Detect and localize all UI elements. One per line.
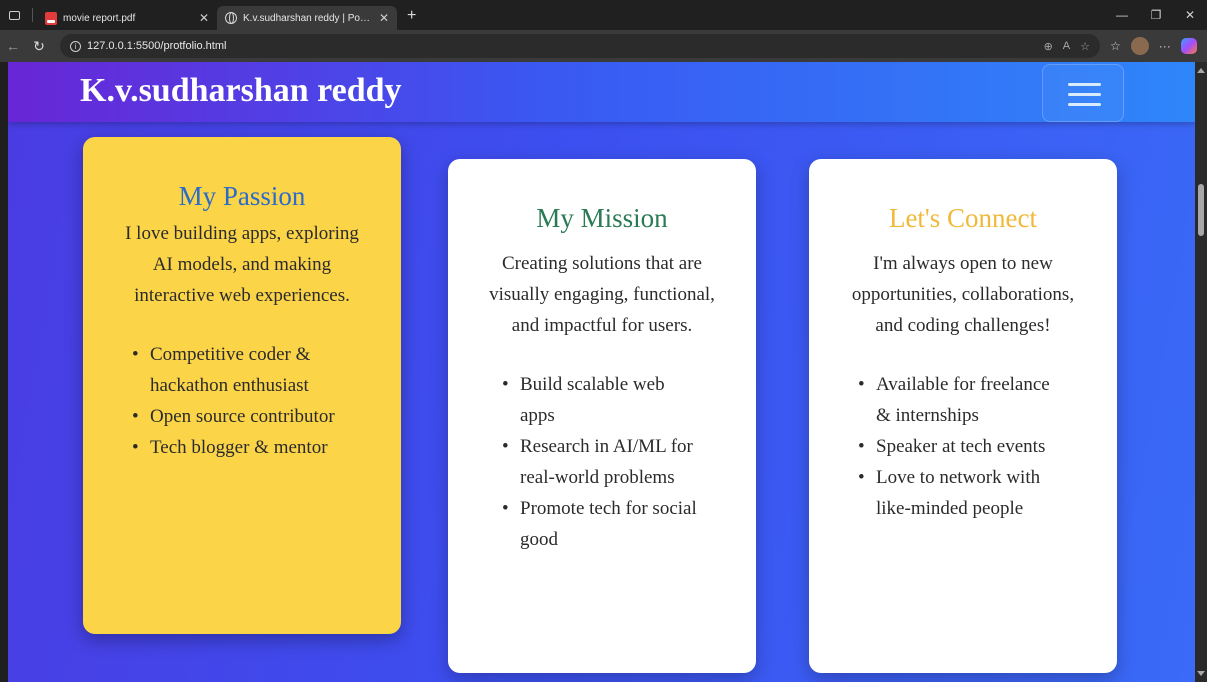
- globe-icon: [225, 12, 237, 24]
- list-item: Promote tech for social good: [502, 493, 702, 555]
- connect-card: Let's Connect I'm always open to new opp…: [809, 159, 1117, 673]
- page-viewport: K.v.sudharshan reddy My Passion I love b…: [8, 62, 1195, 682]
- mission-card: My Mission Creating solutions that are v…: [448, 159, 756, 673]
- list-item: Research in AI/ML for real-world problem…: [502, 431, 702, 493]
- card-text: Creating solutions that are visually eng…: [489, 253, 715, 336]
- close-window-icon[interactable]: ✕: [1173, 8, 1207, 22]
- window-controls: — ❐ ✕: [1105, 0, 1207, 30]
- read-aloud-icon[interactable]: A: [1063, 40, 1070, 53]
- card-heading: My Passion: [178, 181, 306, 211]
- avatar[interactable]: [1130, 37, 1149, 55]
- tab-movie-report[interactable]: movie report.pdf ✕: [37, 6, 217, 30]
- address-bar: ← ↻ i 127.0.0.1:5500/protfolio.html ⊕ A …: [0, 30, 1207, 62]
- zoom-icon[interactable]: ⊕: [1044, 40, 1053, 53]
- card-list: Competitive coder & hackathon enthusiast…: [132, 339, 352, 463]
- toolbar: ☆ ···: [1110, 37, 1197, 55]
- hamburger-menu-icon[interactable]: [1042, 64, 1124, 122]
- card-text: I'm always open to new opportunities, co…: [851, 253, 1075, 336]
- scroll-down-icon[interactable]: [1197, 671, 1205, 676]
- restore-icon[interactable]: ❐: [1139, 8, 1173, 22]
- divider: [32, 8, 33, 22]
- close-icon[interactable]: ✕: [193, 11, 209, 25]
- browser-tab-bar: movie report.pdf ✕ K.v.sudharshan reddy …: [0, 0, 1207, 30]
- list-item: Speaker at tech events: [858, 431, 1068, 462]
- card-list: Available for freelance & internships Sp…: [858, 369, 1068, 524]
- tab-actions-icon[interactable]: [0, 0, 28, 30]
- more-icon[interactable]: ···: [1159, 39, 1171, 53]
- page-scrollbar[interactable]: [1195, 62, 1207, 682]
- scroll-thumb[interactable]: [1198, 184, 1204, 236]
- scroll-up-icon[interactable]: [1197, 68, 1205, 73]
- url-field[interactable]: i 127.0.0.1:5500/protfolio.html ⊕ A ☆: [60, 34, 1100, 58]
- site-title: K.v.sudharshan reddy: [80, 72, 402, 109]
- card-text: I love building apps, exploring AI model…: [125, 223, 359, 306]
- tab-title: movie report.pdf: [63, 12, 136, 24]
- pdf-icon: [45, 11, 57, 25]
- url-actions: ⊕ A ☆: [1044, 40, 1090, 53]
- passion-card: My Passion I love building apps, explori…: [83, 137, 401, 634]
- list-item: Available for freelance & internships: [858, 369, 1068, 431]
- close-icon[interactable]: ✕: [373, 11, 389, 25]
- list-item: Build scalable web apps: [502, 369, 702, 431]
- refresh-icon[interactable]: ↻: [26, 38, 52, 55]
- favorites-icon[interactable]: ☆: [1110, 39, 1121, 53]
- url-text: 127.0.0.1:5500/protfolio.html: [87, 40, 227, 52]
- site-header: K.v.sudharshan reddy: [8, 62, 1195, 122]
- favorite-star-icon[interactable]: ☆: [1080, 40, 1090, 53]
- tab-portfolio[interactable]: K.v.sudharshan reddy | Portfolio ✕: [217, 6, 397, 30]
- new-tab-button[interactable]: +: [397, 7, 426, 25]
- list-item: Love to network with like-minded people: [858, 462, 1068, 524]
- list-item: Tech blogger & mentor: [132, 432, 352, 463]
- card-list: Build scalable web apps Research in AI/M…: [502, 369, 702, 555]
- copilot-icon[interactable]: [1180, 38, 1197, 54]
- minimize-icon[interactable]: —: [1105, 8, 1139, 22]
- list-item: Open source contributor: [132, 401, 352, 432]
- card-heading: Let's Connect: [888, 203, 1038, 233]
- tab-title: K.v.sudharshan reddy | Portfolio: [243, 12, 373, 24]
- list-item: Competitive coder & hackathon enthusiast: [132, 339, 352, 401]
- card-heading: My Mission: [536, 203, 668, 233]
- info-icon[interactable]: i: [70, 40, 81, 52]
- back-icon[interactable]: ←: [0, 38, 26, 54]
